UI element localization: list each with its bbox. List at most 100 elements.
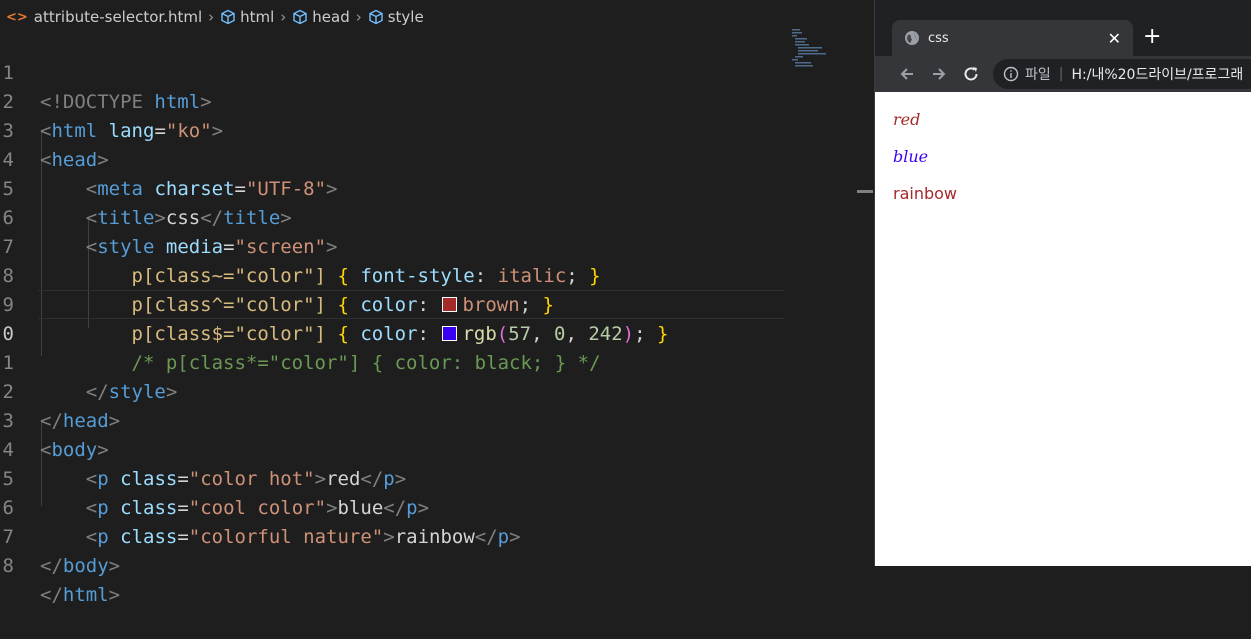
browser-tabstrip: css ✕ + <box>875 0 1251 56</box>
color-swatch-brown[interactable] <box>442 297 458 312</box>
paragraph-blue: blue <box>893 147 929 166</box>
text-content: rainbow <box>394 526 475 548</box>
chevron-right-icon: › <box>355 8 362 26</box>
tag-name: style <box>108 381 166 403</box>
breadcrumb-item-head[interactable]: head <box>292 8 350 26</box>
code-line-17[interactable]: 7 </body> <box>0 494 121 577</box>
breadcrumb-label: html <box>240 8 275 26</box>
close-icon[interactable]: ✕ <box>1108 29 1121 48</box>
breadcrumb-item-style[interactable]: style <box>368 8 424 26</box>
tag-name: p <box>497 526 510 548</box>
attr-value: "color hot" <box>188 468 315 490</box>
code-line-1[interactable]: 1 <!DOCTYPE html> <box>0 30 212 113</box>
bracket-close: > <box>200 91 212 113</box>
tag-name: p <box>97 526 109 548</box>
info-icon[interactable] <box>1003 66 1019 82</box>
html-file-icon: <> <box>6 9 28 25</box>
new-tab-button[interactable]: + <box>1143 26 1161 48</box>
text-content: red <box>326 468 361 490</box>
element-icon <box>221 9 235 25</box>
code-line-16[interactable]: 6 <p class="colorful nature">rainbow</p> <box>0 465 521 548</box>
css-value: brown <box>462 294 520 316</box>
tag-name: title <box>97 207 155 229</box>
code-line-18[interactable]: 8 </html> <box>0 523 121 606</box>
forward-button[interactable] <box>927 62 951 86</box>
tag-name: p <box>97 497 109 519</box>
pane-splitter-handle[interactable] <box>857 190 873 193</box>
browser-tab[interactable]: css ✕ <box>892 20 1133 56</box>
back-button[interactable] <box>895 62 919 86</box>
attr-value: "ko" <box>165 120 212 142</box>
code-line-9[interactable]: 9 p[class$="color"] { color: rgb(57, 0, … <box>0 262 669 345</box>
css-function: rgb <box>462 323 497 345</box>
tag-name: head <box>62 410 109 432</box>
text-content: blue <box>337 497 384 519</box>
attr-value: "cool color" <box>188 497 327 519</box>
minimap[interactable] <box>790 28 850 68</box>
attr-value: "screen" <box>234 236 327 258</box>
element-icon <box>369 9 383 25</box>
color-swatch-blue[interactable] <box>442 326 458 341</box>
breadcrumb-file[interactable]: attribute-selector.html <box>34 8 202 26</box>
tag-name: html <box>62 584 109 606</box>
page-viewport: red blue rainbow <box>875 92 1251 566</box>
css-selector: p[class^="color"] <box>131 294 326 316</box>
tag-name: p <box>406 497 418 519</box>
doctype-html: html <box>154 91 201 113</box>
code-line-4[interactable]: 4 <meta charset="UTF-8"> <box>0 117 338 200</box>
css-comment: /* p[class*="color"] { color: black; } *… <box>131 352 601 374</box>
attr-value: "colorful nature" <box>188 526 384 548</box>
attr-value: "UTF-8" <box>245 178 327 200</box>
css-value: italic <box>497 265 567 287</box>
bracket-close: > <box>211 120 224 142</box>
attr-name: class <box>120 497 178 519</box>
css-number: 57 <box>508 323 532 345</box>
tab-title: css <box>928 30 949 46</box>
code-line-15[interactable]: 5 <p class="cool color">blue</p> <box>0 436 430 519</box>
tag-name: title <box>223 207 281 229</box>
breadcrumb-label: style <box>387 8 424 26</box>
attr-name: class <box>120 468 178 490</box>
tag-name: style <box>97 236 155 258</box>
attr-name: charset <box>154 178 235 200</box>
chevron-right-icon: › <box>208 8 215 26</box>
code-line-12[interactable]: 2 </head> <box>0 349 121 432</box>
reload-button[interactable] <box>959 62 983 86</box>
code-line-5[interactable]: 5 <title>css</title> <box>0 146 292 229</box>
globe-icon <box>905 31 919 45</box>
code-line-10[interactable]: 0 /* p[class*="color"] { color: black; }… <box>0 291 601 374</box>
code-line-3[interactable]: 3 <head> <box>0 88 109 171</box>
chevron-right-icon: › <box>280 8 287 26</box>
attr-name: lang <box>108 120 155 142</box>
tag-name: body <box>62 555 109 577</box>
breadcrumb-item-html[interactable]: html <box>220 8 274 26</box>
arrow-left-icon <box>900 68 913 80</box>
breadcrumb-label: head <box>312 8 350 26</box>
css-selector: p[class~="color"] <box>131 265 326 287</box>
line-number: 8 <box>2 555 14 577</box>
vertical-scrollbar[interactable] <box>843 0 858 566</box>
css-property: color <box>360 294 418 316</box>
code-editor[interactable]: <> attribute-selector.html › html › head… <box>0 0 858 606</box>
paragraph-rainbow: rainbow <box>893 184 957 203</box>
code-line-11[interactable]: 1 </style> <box>0 320 178 403</box>
element-icon <box>293 9 307 25</box>
code-line-14[interactable]: 4 <p class="color hot">red</p> <box>0 407 407 490</box>
arrow-right-icon <box>933 68 946 80</box>
tag-name: p <box>383 468 395 490</box>
code-line-7[interactable]: 7 p[class~="color"] { font-style: italic… <box>0 204 601 287</box>
scheme-label: 파일 <box>1025 67 1051 83</box>
url-text: H:/내%20드라이브/프로그래 <box>1071 67 1244 83</box>
code-line-13[interactable]: 3 <body> <box>0 378 109 461</box>
tag-name: meta <box>97 178 143 200</box>
tag-name: p <box>97 468 109 490</box>
browser-toolbar: 파일 | H:/내%20드라이브/프로그래 <box>875 56 1251 92</box>
address-bar[interactable]: 파일 | H:/내%20드라이브/프로그래 <box>993 59 1251 89</box>
css-number: 0 <box>554 323 566 345</box>
paragraph-red: red <box>893 110 921 129</box>
css-selector: p[class$="color"] <box>131 323 326 345</box>
code-line-8[interactable]: 8 p[class^="color"] { color: brown; } <box>0 233 554 316</box>
browser-window: css ✕ + 파일 | H:/내%20드라이브/프로그래 red blue r… <box>874 0 1251 566</box>
code-line-2[interactable]: 2 <html lang="ko"> <box>0 59 224 142</box>
code-line-6[interactable]: 6 <style media="screen"> <box>0 175 338 258</box>
